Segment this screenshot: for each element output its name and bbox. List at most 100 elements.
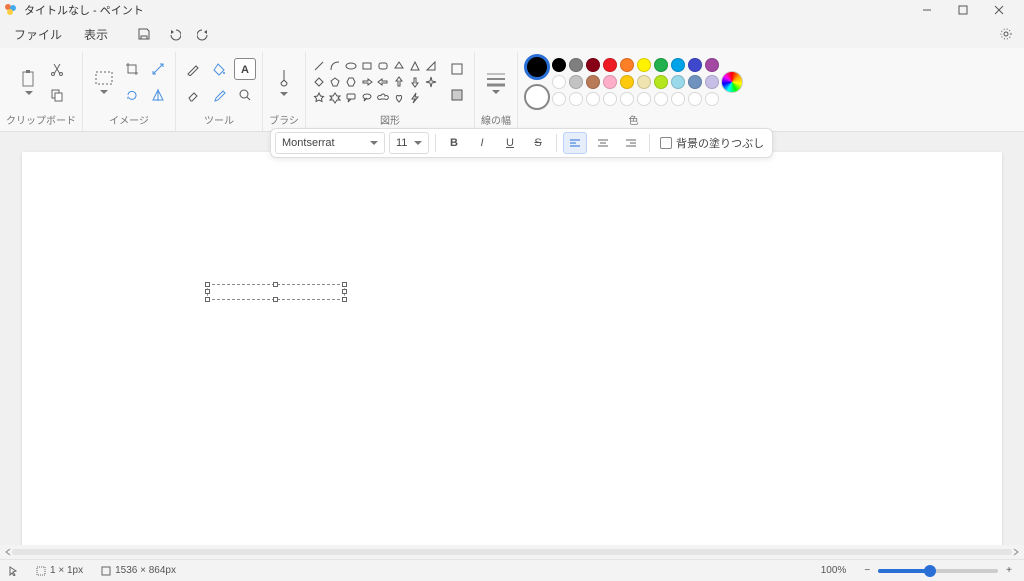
palette-swatch[interactable] xyxy=(654,75,668,89)
palette-swatch[interactable] xyxy=(654,92,668,106)
shape-roundrect[interactable] xyxy=(376,59,390,73)
palette-swatch[interactable] xyxy=(705,92,719,106)
palette-swatch[interactable] xyxy=(552,75,566,89)
resize-handle[interactable] xyxy=(205,297,210,302)
bold-button[interactable]: B xyxy=(442,132,466,154)
palette-swatch[interactable] xyxy=(705,75,719,89)
palette-swatch[interactable] xyxy=(688,92,702,106)
color-2[interactable] xyxy=(524,84,550,110)
canvas[interactable] xyxy=(22,152,1002,545)
shape-callout-oval[interactable] xyxy=(360,91,374,105)
maximize-button[interactable] xyxy=(950,1,976,19)
stroke-width-button[interactable] xyxy=(481,60,511,104)
palette-swatch[interactable] xyxy=(620,92,634,106)
resize-handle[interactable] xyxy=(342,289,347,294)
fill-tool[interactable] xyxy=(208,58,230,80)
palette-swatch[interactable] xyxy=(552,58,566,72)
shape-heart[interactable] xyxy=(392,91,406,105)
shape-5star[interactable] xyxy=(312,91,326,105)
copy-button[interactable] xyxy=(46,84,68,106)
palette-swatch[interactable] xyxy=(637,75,651,89)
scroll-left-icon[interactable] xyxy=(4,548,12,556)
shape-right-triangle[interactable] xyxy=(424,59,438,73)
palette-swatch[interactable] xyxy=(620,75,634,89)
italic-button[interactable]: I xyxy=(470,132,494,154)
minimize-button[interactable] xyxy=(914,1,940,19)
shape-arrow-d[interactable] xyxy=(408,75,422,89)
palette-swatch[interactable] xyxy=(603,75,617,89)
brushes-button[interactable] xyxy=(269,60,299,104)
palette-swatch[interactable] xyxy=(671,75,685,89)
palette-swatch[interactable] xyxy=(671,58,685,72)
align-right-button[interactable] xyxy=(619,132,643,154)
menu-view[interactable]: 表示 xyxy=(74,22,118,47)
shape-arrow-u[interactable] xyxy=(392,75,406,89)
palette-swatch[interactable] xyxy=(569,58,583,72)
palette-swatch[interactable] xyxy=(569,92,583,106)
resize-button[interactable] xyxy=(147,58,169,80)
align-center-button[interactable] xyxy=(591,132,615,154)
picker-tool[interactable] xyxy=(208,84,230,106)
palette-swatch[interactable] xyxy=(586,75,600,89)
shape-fill-button[interactable] xyxy=(446,84,468,106)
edit-colors-button[interactable] xyxy=(721,71,743,93)
shape-oval[interactable] xyxy=(344,59,358,73)
fill-background-checkbox[interactable]: 背景の塗りつぶし xyxy=(656,135,768,151)
eraser-tool[interactable] xyxy=(182,84,204,106)
strikethrough-button[interactable]: S xyxy=(526,132,550,154)
resize-handle[interactable] xyxy=(273,282,278,287)
crop-button[interactable] xyxy=(121,58,143,80)
shape-triangle[interactable] xyxy=(408,59,422,73)
shape-pentagon[interactable] xyxy=(328,75,342,89)
zoom-out-button[interactable]: − xyxy=(860,565,874,576)
shape-6star[interactable] xyxy=(328,91,342,105)
shape-outline-button[interactable] xyxy=(446,58,468,80)
palette-swatch[interactable] xyxy=(654,58,668,72)
shape-curve[interactable] xyxy=(328,59,342,73)
palette-swatch[interactable] xyxy=(603,92,617,106)
select-button[interactable] xyxy=(89,60,119,104)
palette-swatch[interactable] xyxy=(603,58,617,72)
scroll-right-icon[interactable] xyxy=(1012,548,1020,556)
text-box-selection[interactable] xyxy=(207,284,345,300)
palette-swatch[interactable] xyxy=(552,92,566,106)
shape-callout-cloud[interactable] xyxy=(376,91,390,105)
redo-button[interactable] xyxy=(190,22,218,46)
shape-4star[interactable] xyxy=(424,75,438,89)
underline-button[interactable]: U xyxy=(498,132,522,154)
palette-swatch[interactable] xyxy=(637,58,651,72)
zoom-slider[interactable] xyxy=(878,569,998,573)
font-size-select[interactable]: 11 xyxy=(389,132,429,154)
shape-hexagon[interactable] xyxy=(344,75,358,89)
shape-arrow-l[interactable] xyxy=(376,75,390,89)
text-tool[interactable]: A xyxy=(234,58,256,80)
color-1[interactable] xyxy=(524,54,550,80)
shape-arrow-r[interactable] xyxy=(360,75,374,89)
undo-button[interactable] xyxy=(160,22,188,46)
palette-swatch[interactable] xyxy=(586,92,600,106)
zoom-in-button[interactable]: + xyxy=(1002,565,1016,576)
shape-line[interactable] xyxy=(312,59,326,73)
cut-button[interactable] xyxy=(46,58,68,80)
resize-handle[interactable] xyxy=(205,282,210,287)
settings-button[interactable] xyxy=(992,22,1020,46)
shape-rect[interactable] xyxy=(360,59,374,73)
font-family-select[interactable]: Montserrat xyxy=(275,132,385,154)
palette-swatch[interactable] xyxy=(637,92,651,106)
palette-swatch[interactable] xyxy=(586,58,600,72)
resize-handle[interactable] xyxy=(205,289,210,294)
resize-handle[interactable] xyxy=(342,282,347,287)
horizontal-scrollbar[interactable] xyxy=(0,545,1024,559)
palette-swatch[interactable] xyxy=(620,58,634,72)
resize-handle[interactable] xyxy=(342,297,347,302)
menu-file[interactable]: ファイル xyxy=(4,22,72,47)
palette-swatch[interactable] xyxy=(688,75,702,89)
pencil-tool[interactable] xyxy=(182,58,204,80)
rotate-button[interactable] xyxy=(121,84,143,106)
shape-diamond[interactable] xyxy=(312,75,326,89)
shape-callout-rect[interactable] xyxy=(344,91,358,105)
resize-handle[interactable] xyxy=(273,297,278,302)
flip-button[interactable] xyxy=(147,84,169,106)
palette-swatch[interactable] xyxy=(671,92,685,106)
save-button[interactable] xyxy=(130,22,158,46)
